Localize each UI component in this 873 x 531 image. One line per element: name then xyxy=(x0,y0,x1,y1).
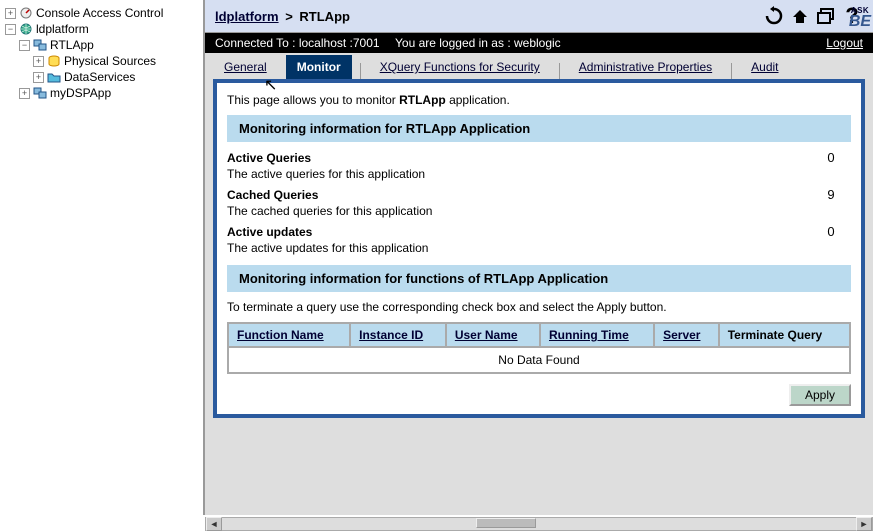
logout-link[interactable]: Logout xyxy=(826,36,863,50)
scroll-left-icon[interactable]: ◄ xyxy=(206,517,222,531)
breadcrumb-sep: > xyxy=(282,9,296,24)
ask-badge[interactable]: ASK BE xyxy=(847,6,873,29)
no-data-cell: No Data Found xyxy=(228,347,850,373)
scroll-thumb[interactable] xyxy=(476,518,536,528)
breadcrumb-current: RTLApp xyxy=(299,9,350,24)
expand-icon[interactable]: + xyxy=(33,56,44,67)
col-link[interactable]: Server xyxy=(663,328,700,342)
tree-item-dataservices[interactable]: + DataServices xyxy=(5,69,198,85)
logged-in-as: You are logged in as : weblogic xyxy=(395,36,826,50)
be-label: BE xyxy=(847,15,873,29)
folder-icon xyxy=(47,70,61,84)
expand-icon[interactable]: + xyxy=(19,88,30,99)
tab-sep xyxy=(731,63,732,79)
connection-bar: Connected To : localhost :7001 You are l… xyxy=(205,33,873,53)
dial-icon xyxy=(19,6,33,20)
tab-xquery[interactable]: XQuery Functions for Security xyxy=(369,55,551,79)
horizontal-scrollbar[interactable]: ◄ ► xyxy=(205,517,873,531)
app-icon xyxy=(33,38,47,52)
tree-item-mydspapp[interactable]: + myDSPApp xyxy=(5,85,198,101)
col-function-name[interactable]: Function Name xyxy=(228,323,350,347)
metric-active-updates-value: 0 xyxy=(811,224,851,239)
content-box: This page allows you to monitor RTLApp a… xyxy=(213,79,865,418)
tree-label: DataServices xyxy=(64,70,135,84)
tree-item-console[interactable]: + Console Access Control xyxy=(5,5,198,21)
tree-label: RTLApp xyxy=(50,38,94,52)
tab-sep xyxy=(559,63,560,79)
col-instance-id[interactable]: Instance ID xyxy=(350,323,446,347)
expand-icon[interactable]: + xyxy=(5,8,16,19)
tab-sep xyxy=(360,63,361,79)
col-running-time[interactable]: Running Time xyxy=(540,323,654,347)
connected-to: Connected To : localhost :7001 xyxy=(215,36,395,50)
refresh-icon[interactable] xyxy=(763,5,785,27)
terminate-instruction: To terminate a query use the correspondi… xyxy=(227,300,851,314)
functions-table: Function Name Instance ID User Name Runn… xyxy=(227,322,851,374)
metric-active-queries-value: 0 xyxy=(811,150,851,165)
metrics-block: Active Queries 0 The active queries for … xyxy=(227,150,851,255)
tree-label: Physical Sources xyxy=(64,54,156,68)
tree-item-rtlapp[interactable]: − RTLApp xyxy=(5,37,198,53)
tab-general[interactable]: General xyxy=(213,55,278,79)
breadcrumb-root[interactable]: ldplatform xyxy=(215,9,279,24)
nav-tree: + Console Access Control − ldplatform − … xyxy=(0,0,205,515)
metric-active-queries-label: Active Queries xyxy=(227,151,811,165)
collapse-icon[interactable]: − xyxy=(5,24,16,35)
database-icon xyxy=(47,54,61,68)
home-icon[interactable] xyxy=(789,5,811,27)
metric-cached-queries-value: 9 xyxy=(811,187,851,202)
tab-audit[interactable]: Audit xyxy=(740,55,789,79)
metric-cached-queries-desc: The cached queries for this application xyxy=(227,204,851,218)
tab-bar: General Monitor XQuery Functions for Sec… xyxy=(205,53,873,79)
metric-active-queries-desc: The active queries for this application xyxy=(227,167,851,181)
breadcrumb: ldplatform > RTLApp xyxy=(215,9,763,24)
col-user-name[interactable]: User Name xyxy=(446,323,540,347)
col-terminate: Terminate Query xyxy=(719,323,850,347)
apply-button[interactable]: Apply xyxy=(789,384,851,406)
tree-item-physical[interactable]: + Physical Sources xyxy=(5,53,198,69)
col-server[interactable]: Server xyxy=(654,323,719,347)
metric-cached-queries-label: Cached Queries xyxy=(227,188,811,202)
app-icon xyxy=(33,86,47,100)
tree-label: Console Access Control xyxy=(36,6,163,20)
windows-icon[interactable] xyxy=(815,5,837,27)
expand-icon[interactable]: + xyxy=(33,72,44,83)
section-monitoring-func: Monitoring information for functions of … xyxy=(227,265,851,292)
breadcrumb-bar: ldplatform > RTLApp ? ASK BE xyxy=(205,0,873,33)
collapse-icon[interactable]: − xyxy=(19,40,30,51)
col-link[interactable]: Instance ID xyxy=(359,328,423,342)
tree-label: myDSPApp xyxy=(50,86,111,100)
col-link[interactable]: User Name xyxy=(455,328,518,342)
tab-monitor[interactable]: Monitor xyxy=(286,55,352,79)
intro-pre: This page allows you to monitor xyxy=(227,93,399,107)
metric-active-updates-desc: The active updates for this application xyxy=(227,241,851,255)
globe-icon xyxy=(19,22,33,36)
col-link[interactable]: Running Time xyxy=(549,328,629,342)
metric-active-updates-label: Active updates xyxy=(227,225,811,239)
col-link[interactable]: Function Name xyxy=(237,328,324,342)
section-monitoring-app: Monitoring information for RTLApp Applic… xyxy=(227,115,851,142)
page-intro: This page allows you to monitor RTLApp a… xyxy=(227,93,851,107)
scroll-right-icon[interactable]: ► xyxy=(856,517,872,531)
tab-admin[interactable]: Administrative Properties xyxy=(568,55,723,79)
scroll-track[interactable] xyxy=(222,517,856,531)
tree-item-ldplatform[interactable]: − ldplatform xyxy=(5,21,198,37)
intro-app: RTLApp xyxy=(399,93,446,107)
tree-label: ldplatform xyxy=(36,22,89,36)
intro-post: application. xyxy=(446,93,510,107)
